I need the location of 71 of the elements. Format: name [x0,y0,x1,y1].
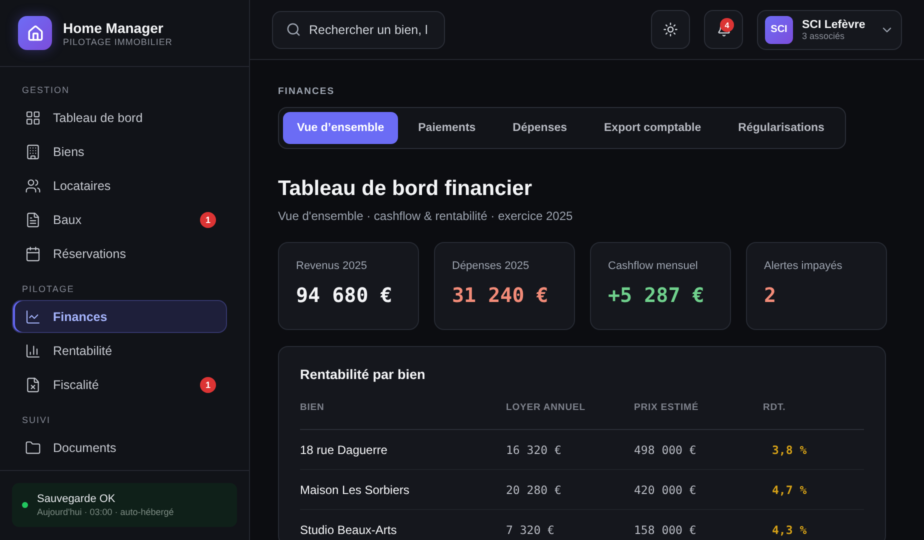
sidebar-item[interactable]: Fiscalité 1 [12,368,227,401]
tab[interactable]: Vue d’ensemble [283,112,398,144]
house-logo-icon [18,16,52,50]
kpi-value: +5 287 € [608,283,706,307]
backup-title: Sauvegarde OK [37,493,116,505]
table-cell-text: Maison Les Sorbiers [300,482,410,496]
kpi-label: Revenus 2025 [296,260,368,272]
kpi-label: Dépenses 2025 [452,260,530,272]
app-tagline: PILOTAGE IMMOBILIER [63,36,172,46]
table-cell-text: 420 000 € [634,482,698,496]
card-title: Rentabilité par bien [300,367,426,382]
sidebar-item[interactable]: Finances [12,300,227,333]
sidebar-item[interactable]: Biens [12,135,227,168]
kpi-label: Alertes impayés [764,260,844,272]
document-x-icon [25,376,41,392]
tab[interactable]: Dépenses [496,112,584,144]
grid-icon [25,110,41,126]
sidebar-item[interactable]: Baux 1 [12,203,227,236]
bar-chart-icon [25,342,41,358]
count-badge: 1 [200,212,216,228]
column-header: RDT. [763,402,787,413]
table-cell-text: 16 320 € [506,442,562,456]
account-name: SCI Lefèvre [802,18,866,30]
backup-detail: Aujourd'hui · 03:00 · auto-hébergé [37,507,174,517]
page-title: Tableau de bord financier [278,177,533,201]
notification-count: 4 [720,18,734,32]
count-badge: 1 [200,376,216,392]
table-cell-text: 18 rue Daguerre [300,442,388,456]
nav-section-title: GESTION [21,85,71,95]
column-header: LOYER ANNUEL [506,402,586,413]
sidebar-item[interactable]: Rentabilité [12,334,227,367]
column-header: BIEN [300,402,326,413]
line-chart-icon [25,308,41,324]
table-cell-text: 498 000 € [634,442,698,456]
app-name: Home Manager [63,20,164,36]
account-detail: 3 associés [802,30,846,40]
sidebar-item[interactable]: Locataires [12,169,227,202]
column-header: PRIX ESTIMÉ [634,402,700,413]
table-cell-text: 158 000 € [634,522,698,536]
building-icon [25,144,41,160]
account-menu[interactable]: SCI SCI Lefèvre 3 associés [757,10,902,50]
table-cell-text: 4,3 % [771,522,808,536]
table-cell-text: Studio Beaux-Arts [300,522,398,536]
table-cell-text: 20 280 € [506,482,562,496]
kpi-value: 2 [764,283,778,307]
tab[interactable]: Paiements [401,112,493,144]
section-label: FINANCES [278,86,336,97]
document-icon [25,212,41,228]
tab[interactable]: Export comptable [587,112,718,144]
sidebar-item[interactable]: Réservations [12,237,227,270]
search-icon [286,22,301,37]
kpi-value: 94 680 € [296,283,394,307]
theme-toggle-button[interactable] [651,10,690,49]
table-cell-text: 7 320 € [506,522,556,536]
sidebar-item[interactable]: Documents [12,431,227,464]
nav-section-title: SUIVI [21,415,52,425]
page-subtitle: Vue d'ensemble · cashflow & rentabilité · exercice 2025 [278,209,574,223]
kpi-value: 31 240 € [452,283,550,307]
kpi-label: Cashflow mensuel [608,260,699,272]
account-avatar: SCI [765,16,793,44]
nav-section-title: PILOTAGE [21,284,76,294]
search-field[interactable]: Rechercher un bien, l [272,10,445,48]
sun-icon [663,22,678,37]
table-cell-text: 4,7 % [771,482,808,496]
table-cell-text: 3,8 % [771,442,808,456]
folder-icon [25,440,41,456]
users-icon [25,178,41,194]
calendar-icon [25,246,41,262]
tab[interactable]: Régularisations [721,112,842,144]
notifications-button[interactable]: 4 [704,10,743,49]
sidebar-item[interactable]: Tableau de bord [12,101,227,134]
